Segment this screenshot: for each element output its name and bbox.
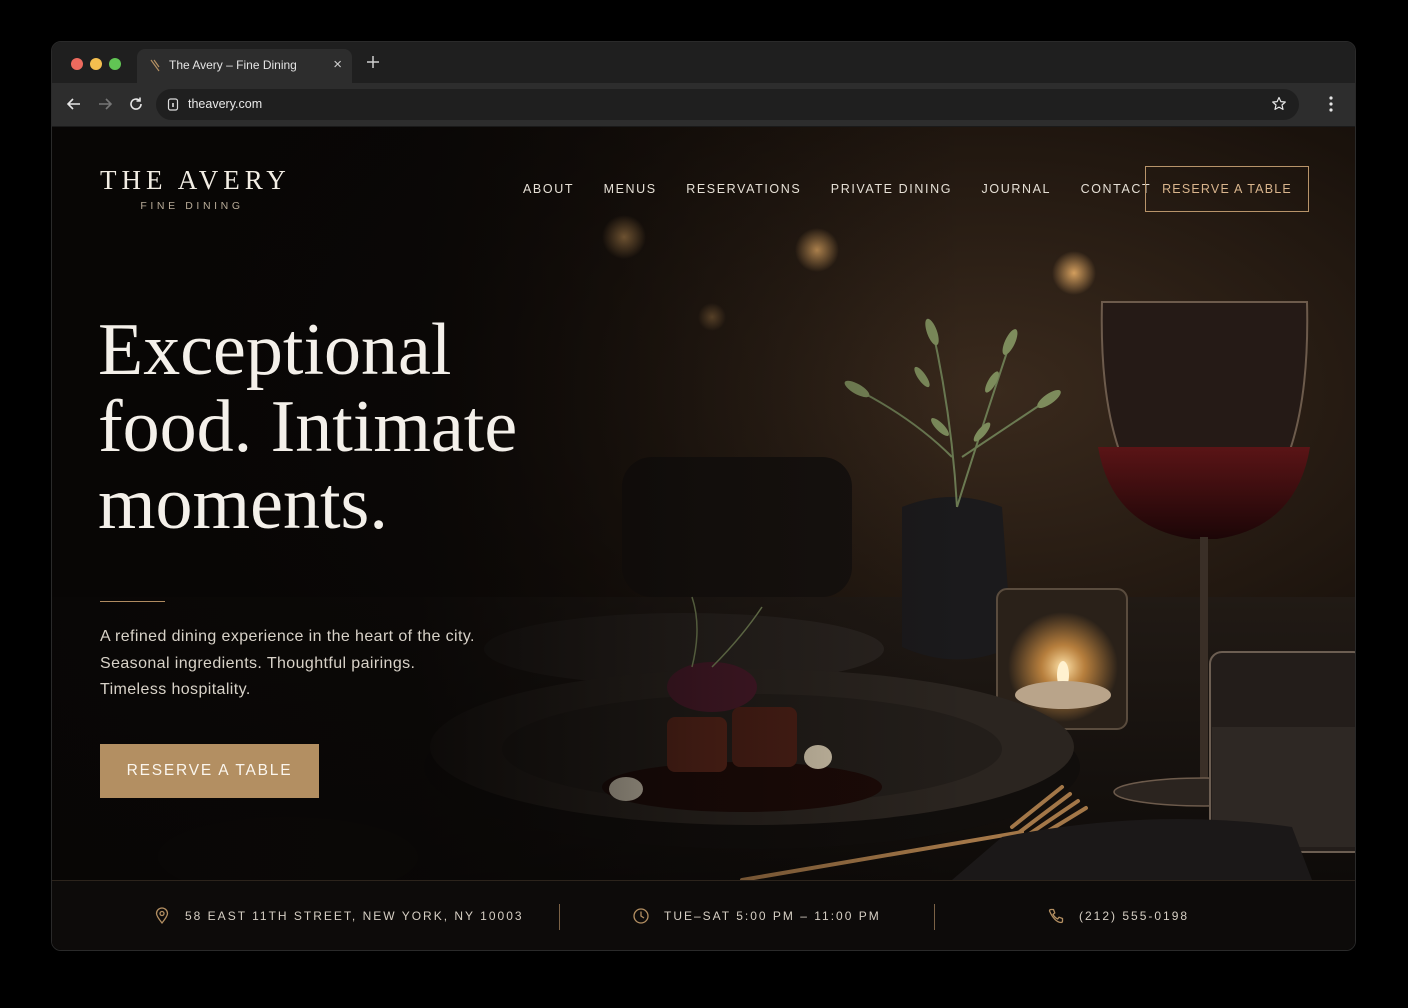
info-divider xyxy=(934,904,935,930)
clock-icon xyxy=(633,908,649,924)
address-bar[interactable]: theavery.com xyxy=(156,89,1299,120)
phone-text: (212) 555-0198 xyxy=(1079,909,1190,923)
hours-info: TUE–SAT 5:00 PM – 11:00 PM xyxy=(632,905,881,927)
nav-item-private-dining[interactable]: PRIVATE DINING xyxy=(831,182,952,196)
nav-item-journal[interactable]: JOURNAL xyxy=(982,182,1052,196)
headline-line: food. Intimate xyxy=(98,386,518,468)
hero-description: A refined dining experience in the heart… xyxy=(100,624,560,704)
description-line: Timeless hospitality. xyxy=(100,681,251,698)
browser-menu-icon[interactable] xyxy=(1329,96,1333,112)
info-bar: 58 EAST 11TH STREET, NEW YORK, NY 10003 … xyxy=(52,880,1355,950)
window-controls xyxy=(71,58,121,70)
headline-line: Exceptional xyxy=(98,309,452,391)
site-logo[interactable]: THE AVERY FINE DINING xyxy=(100,165,291,212)
hours-text: TUE–SAT 5:00 PM – 11:00 PM xyxy=(664,909,881,923)
reload-icon[interactable] xyxy=(127,95,145,113)
maximize-window-button[interactable] xyxy=(109,58,121,70)
hero-headline: Exceptional food. Intimate moments. xyxy=(98,312,638,543)
logo-subtitle: FINE DINING xyxy=(140,200,244,212)
phone-info[interactable]: (212) 555-0198 xyxy=(1047,905,1189,927)
nav-item-menus[interactable]: MENUS xyxy=(604,182,657,196)
forward-arrow-icon[interactable] xyxy=(96,95,114,113)
minimize-window-button[interactable] xyxy=(90,58,102,70)
description-line: A refined dining experience in the heart… xyxy=(100,628,475,645)
bookmark-star-icon[interactable] xyxy=(1271,96,1287,112)
map-pin-icon xyxy=(155,907,169,925)
active-tab[interactable]: The Avery – Fine Dining × xyxy=(137,49,352,83)
site-info-icon[interactable] xyxy=(167,98,179,111)
fork-favicon-icon xyxy=(150,59,160,72)
nav-item-contact[interactable]: CONTACT xyxy=(1081,182,1152,196)
new-tab-icon[interactable] xyxy=(363,52,383,72)
hero-reserve-button[interactable]: RESERVE A TABLE xyxy=(100,744,319,798)
address-text: 58 EAST 11TH STREET, NEW YORK, NY 10003 xyxy=(185,909,524,923)
info-divider xyxy=(559,904,560,930)
browser-toolbar: theavery.com xyxy=(52,83,1355,127)
browser-window: The Avery – Fine Dining × theavery.com T… xyxy=(51,41,1356,951)
header-reserve-button[interactable]: RESERVE A TABLE xyxy=(1145,166,1309,212)
nav-item-reservations[interactable]: RESERVATIONS xyxy=(686,182,801,196)
tab-close-icon[interactable]: × xyxy=(333,57,342,73)
nav-item-about[interactable]: ABOUT xyxy=(523,182,574,196)
close-window-button[interactable] xyxy=(71,58,83,70)
web-page: THE AVERY FINE DINING ABOUT MENUS RESERV… xyxy=(52,127,1355,950)
tab-title: The Avery – Fine Dining xyxy=(169,58,297,72)
accent-divider xyxy=(100,601,165,602)
description-line: Seasonal ingredients. Thoughtful pairing… xyxy=(100,654,416,672)
back-arrow-icon[interactable] xyxy=(65,95,83,113)
headline-line: moments. xyxy=(98,463,388,545)
tab-strip: The Avery – Fine Dining × xyxy=(52,42,1355,83)
phone-icon xyxy=(1048,908,1064,924)
logo-name: THE AVERY xyxy=(100,165,291,195)
main-nav: ABOUT MENUS RESERVATIONS PRIVATE DINING … xyxy=(523,182,1151,196)
address-info[interactable]: 58 EAST 11TH STREET, NEW YORK, NY 10003 xyxy=(153,905,524,927)
url-text[interactable]: theavery.com xyxy=(188,97,262,111)
